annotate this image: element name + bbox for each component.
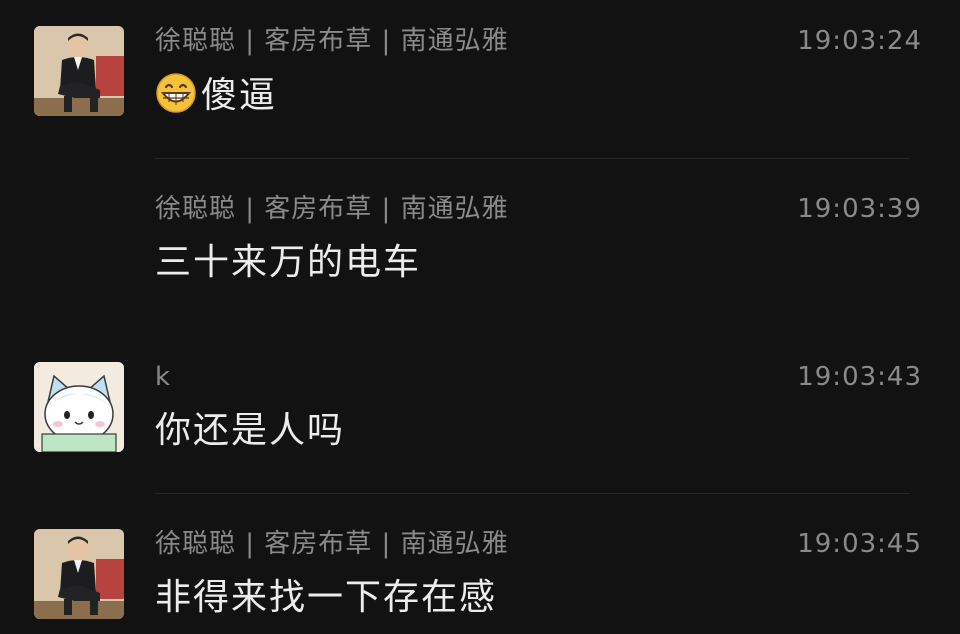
- message-text[interactable]: 非得来找一下存在感: [155, 575, 497, 621]
- message-timestamp: 19:03:45: [797, 529, 922, 559]
- message-text[interactable]: 你还是人吗: [155, 408, 345, 454]
- divider: [155, 493, 910, 494]
- message-text[interactable]: 傻逼: [155, 72, 277, 119]
- message-text-content: 傻逼: [201, 75, 278, 116]
- avatar[interactable]: [34, 529, 124, 619]
- sender-name: 徐聪聪 | 客房布草 | 南通弘雅: [155, 194, 509, 224]
- man-in-suit-icon: [34, 529, 124, 619]
- chat-message[interactable]: 徐聪聪 | 客房布草 | 南通弘雅 19:03:45 非得来找一下存在感: [0, 503, 960, 634]
- cartoon-cat-icon: [34, 362, 124, 452]
- avatar[interactable]: [34, 362, 124, 452]
- message-timestamp: 19:03:43: [797, 362, 922, 392]
- sender-name: 徐聪聪 | 客房布草 | 南通弘雅: [155, 26, 509, 56]
- avatar[interactable]: [34, 26, 124, 116]
- man-in-suit-icon: [34, 26, 124, 116]
- chat-message-list[interactable]: 徐聪聪 | 客房布草 | 南通弘雅 19:03:24 傻逼 徐聪聪 | 客房布草…: [0, 0, 960, 634]
- chat-message[interactable]: k 19:03:43 你还是人吗: [0, 336, 960, 492]
- chat-message[interactable]: 徐聪聪 | 客房布草 | 南通弘雅 19:03:24 傻逼: [0, 0, 960, 158]
- sender-name: k: [155, 362, 172, 392]
- sender-name: 徐聪聪 | 客房布草 | 南通弘雅: [155, 529, 509, 559]
- message-timestamp: 19:03:24: [797, 26, 922, 56]
- divider: [155, 158, 910, 159]
- message-text[interactable]: 三十来万的电车: [155, 240, 421, 286]
- chat-message[interactable]: 徐聪聪 | 客房布草 | 南通弘雅 19:03:39 三十来万的电车: [0, 168, 960, 318]
- grinning-face-icon: [156, 73, 196, 113]
- message-timestamp: 19:03:39: [797, 194, 922, 224]
